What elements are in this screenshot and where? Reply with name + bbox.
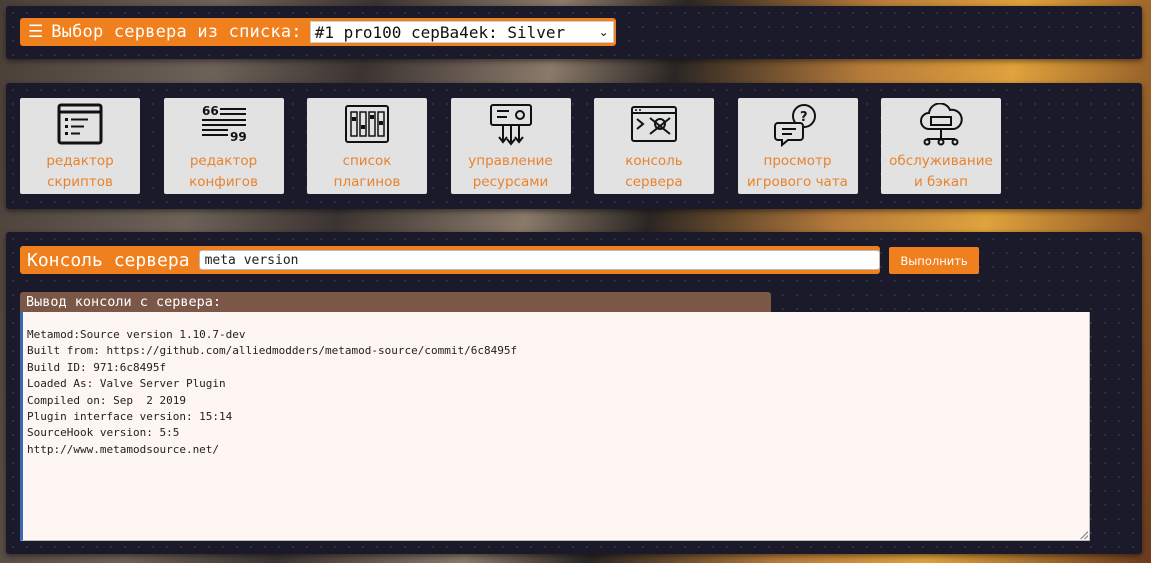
output-line: http://www.metamodsource.net/	[27, 442, 220, 456]
console-output[interactable]: Metamod:Source version 1.10.7-dev Built …	[20, 312, 1090, 541]
tool-label-line2: плагинов	[333, 174, 401, 190]
svg-text:99: 99	[230, 130, 247, 144]
tool-label-line2: скриптов	[47, 174, 113, 190]
tool-label-line2: ресурсами	[472, 174, 549, 190]
tools-panel: редактор скриптов 66 99 редактор конфигов	[6, 83, 1142, 209]
chevron-down-icon: ⌄	[598, 25, 609, 39]
output-line: Metamod:Source version 1.10.7-dev	[27, 328, 246, 341]
tool-label-line2: конфигов	[189, 174, 258, 190]
tool-label-line2: сервера	[625, 174, 683, 190]
config-editor-icon: 66 99	[201, 104, 247, 144]
tool-label-line2: и бэкап	[913, 174, 969, 190]
tool-config-editor[interactable]: 66 99 редактор конфигов	[163, 98, 284, 194]
output-line: Compiled on: Sep 2 2019	[27, 393, 186, 407]
tool-game-chat[interactable]: ? просмотр игрового чата	[737, 98, 858, 194]
server-selector-panel: ☰ Выбор сервера из списка: #1 pro100 cep…	[6, 6, 1142, 59]
console-command-bar: Консоль сервера	[20, 246, 880, 274]
tool-server-console[interactable]: консоль сервера	[594, 98, 714, 194]
output-line: Built from: https://github.com/alliedmod…	[27, 344, 518, 358]
tool-label-line1: управление	[468, 153, 553, 169]
run-button[interactable]: Выполнить	[889, 247, 979, 274]
tool-backup[interactable]: обслуживание и бэкап	[881, 98, 1001, 194]
tool-label-line2: игрового чата	[747, 174, 848, 190]
server-select-value: #1 pro100 cepBa4ek: Silver	[314, 22, 566, 42]
output-line: Plugin interface version: 15:14	[27, 410, 233, 424]
command-input[interactable]	[198, 250, 880, 270]
script-editor-icon	[57, 103, 103, 145]
console-title: Консоль сервера	[27, 249, 190, 271]
resources-icon	[489, 104, 532, 146]
tool-label-line1: обслуживание	[889, 153, 993, 169]
tool-label-line1: список	[342, 153, 392, 169]
tool-script-editor[interactable]: редактор скриптов	[20, 98, 140, 194]
server-selector-label: Выбор сервера из списка:	[51, 22, 302, 42]
tool-label-line1: просмотр	[763, 153, 832, 169]
console-icon	[631, 106, 677, 142]
plugins-list-icon	[345, 105, 389, 143]
tool-plugins-list[interactable]: список плагинов	[307, 98, 427, 194]
server-select[interactable]: #1 pro100 cepBa4ek: Silver ⌄	[309, 21, 614, 43]
tool-resources[interactable]: управление ресурсами	[450, 98, 571, 194]
output-line: Loaded As: Valve Server Plugin	[27, 377, 226, 391]
tool-label-line1: редактор	[46, 153, 114, 169]
resize-handle-icon[interactable]	[1080, 531, 1088, 539]
svg-text:66: 66	[202, 104, 219, 118]
tool-label-line1: редактор	[189, 153, 258, 169]
server-selector-bar: ☰ Выбор сервера из списка: #1 pro100 cep…	[20, 18, 616, 46]
output-line: Build ID: 971:6c8495f	[27, 360, 167, 374]
output-header: Вывод консоли с сервера:	[20, 292, 771, 312]
chat-icon: ?	[773, 104, 816, 147]
tool-label-line1: консоль	[625, 153, 683, 169]
hamburger-icon[interactable]: ☰	[28, 18, 43, 46]
tools-list: редактор скриптов 66 99 редактор конфигов	[20, 98, 1025, 194]
output-line: SourceHook version: 5:5	[27, 426, 180, 440]
backup-icon	[920, 103, 963, 146]
server-console-panel: Консоль сервера Выполнить Вывод консоли …	[6, 232, 1142, 554]
